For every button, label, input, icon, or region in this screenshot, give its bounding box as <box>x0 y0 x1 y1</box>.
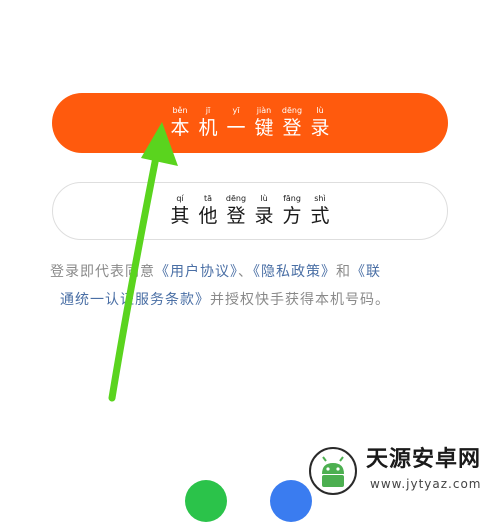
unicom-terms-link[interactable]: 通统一认证服务条款》 <box>60 292 210 308</box>
agreement-line: 登录即代表同意《用户协议》、《隐私政策》和《联 <box>50 258 460 286</box>
ruby-char: shì 式 <box>310 194 330 227</box>
agreement-suffix: 并授权快手获得本机号码。 <box>210 292 390 308</box>
ruby-char: yī 一 <box>226 106 246 139</box>
watermark-title: 天源安卓网 <box>366 447 482 472</box>
privacy-policy-link[interactable]: 《隐私政策》 <box>253 264 336 280</box>
wechat-icon[interactable] <box>185 480 227 522</box>
agreement-text: 登录即代表同意《用户协议》、《隐私政策》和《联 通统一认证服务条款》并授权快手获… <box>50 258 460 314</box>
other-login-methods-button[interactable]: qí 其 tā 他 dēng 登 lù 录 fāng 方 shì 式 <box>52 182 448 240</box>
ruby-char: dēng 登 <box>281 106 303 139</box>
user-agreement-link[interactable]: 《用户协议》 <box>155 264 238 280</box>
ruby-char: lù 录 <box>254 194 274 227</box>
agreement-separator: 、 <box>238 264 253 280</box>
ruby-char: dēng 登 <box>225 194 247 227</box>
watermark-url: www.jytyaz.com <box>370 477 482 491</box>
ruby-char: fāng 方 <box>282 194 302 227</box>
unicom-terms-link[interactable]: 《联 <box>351 264 381 280</box>
ruby-char: lù 录 <box>310 106 330 139</box>
person-icon[interactable] <box>270 480 312 522</box>
ruby-char: qí 其 <box>170 194 190 227</box>
agreement-prefix: 登录即代表同意 <box>50 264 155 280</box>
ruby-char: jī 机 <box>198 106 218 139</box>
ruby-char: jiàn 键 <box>254 106 274 139</box>
agreement-and: 和 <box>336 264 351 280</box>
one-tap-login-button[interactable]: běn 本 jī 机 yī 一 jiàn 键 dēng 登 lù 录 <box>52 93 448 153</box>
other-login-methods-label: qí 其 tā 他 dēng 登 lù 录 fāng 方 shì 式 <box>167 194 333 228</box>
ruby-char: běn 本 <box>170 106 190 139</box>
one-tap-login-label: běn 本 jī 机 yī 一 jiàn 键 dēng 登 lù 录 <box>167 106 333 140</box>
annotation-arrow <box>108 122 178 402</box>
android-icon <box>309 447 357 495</box>
watermark: 天源安卓网 www.jytyaz.com <box>308 442 498 500</box>
agreement-line: 通统一认证服务条款》并授权快手获得本机号码。 <box>50 286 460 314</box>
ruby-char: tā 他 <box>198 194 218 227</box>
